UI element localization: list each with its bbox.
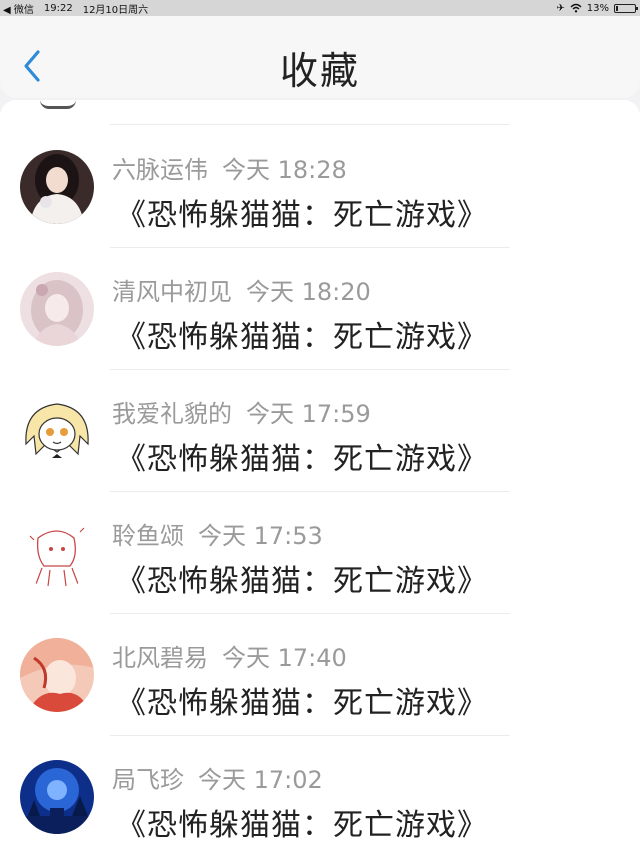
battery-icon [614,3,638,13]
username[interactable]: 清风中初见 [112,278,232,306]
item-meta: 清风中初见 今天 18:20 [112,272,371,307]
username[interactable]: 六脉运伟 [112,156,208,184]
username[interactable]: 北风碧易 [112,644,208,672]
timestamp: 今天 18:20 [246,278,371,306]
avatar[interactable] [20,272,94,346]
timestamp: 今天 18:28 [222,156,347,184]
avatar[interactable] [20,516,94,590]
nav-bar: 收藏 [0,16,640,98]
battery-percent: 13% [586,2,609,14]
timestamp: 今天 17:53 [198,522,323,550]
status-date: 12月10日周六 [82,4,149,16]
book-title[interactable]: 《恐怖躲猫猫：死亡游戏》 [116,678,488,722]
item-meta: 聆鱼颂 今天 17:53 [112,516,323,551]
timestamp: 今天 17:59 [246,400,371,428]
book-title[interactable]: 《恐怖躲猫猫：死亡游戏》 [116,800,488,844]
avatar[interactable] [20,760,94,834]
list-item[interactable]: 聆鱼颂 今天 17:53 《恐怖躲猫猫：死亡游戏》 [0,492,640,614]
airplane-icon: ✈ [556,2,565,14]
status-time: 19:22 [43,2,73,14]
book-title[interactable]: 《恐怖躲猫猫：死亡游戏》 [116,556,488,600]
timestamp: 今天 17:40 [222,644,347,672]
username[interactable]: 聆鱼颂 [112,522,184,550]
partially-visible-item [40,100,76,109]
divider [110,124,510,125]
back-to-app-link[interactable]: ◀ 微信 [3,1,34,16]
username[interactable]: 局飞珍 [112,766,184,794]
battery-fill [616,5,618,11]
item-meta: 我爱礼貌的 今天 17:59 [112,394,371,429]
item-meta: 北风碧易 今天 17:40 [112,638,347,673]
item-meta: 六脉运伟 今天 18:28 [112,150,347,185]
status-bar: ◀ 微信 19:22 12月10日周六 ✈ 13% [0,0,640,16]
avatar[interactable] [20,394,94,468]
status-left: ◀ 微信 19:22 12月10日周六 [0,1,158,16]
list-item[interactable]: 北风碧易 今天 17:40 《恐怖躲猫猫：死亡游戏》 [0,614,640,736]
list-item[interactable]: 我爱礼貌的 今天 17:59 《恐怖躲猫猫：死亡游戏》 [0,370,640,492]
wifi-icon [570,3,582,13]
book-title[interactable]: 《恐怖躲猫猫：死亡游戏》 [116,312,488,356]
book-title[interactable]: 《恐怖躲猫猫：死亡游戏》 [116,190,488,234]
timestamp: 今天 17:02 [198,766,323,794]
list-item[interactable]: 清风中初见 今天 18:20 《恐怖躲猫猫：死亡游戏》 [0,248,640,370]
list-item[interactable]: 六脉运伟 今天 18:28 《恐怖躲猫猫：死亡游戏》 [0,126,640,248]
item-meta: 局飞珍 今天 17:02 [112,760,323,795]
username[interactable]: 我爱礼貌的 [112,400,232,428]
favorites-list[interactable]: 六脉运伟 今天 18:28 《恐怖躲猫猫：死亡游戏》 清风中初见 今天 18:20 … [0,100,640,853]
avatar[interactable] [20,150,94,224]
list-item[interactable]: 局飞珍 今天 17:02 《恐怖躲猫猫：死亡游戏》 [0,736,640,853]
page-title: 收藏 [279,49,360,93]
avatar[interactable] [20,638,94,712]
book-title[interactable]: 《恐怖躲猫猫：死亡游戏》 [116,434,488,478]
status-right: ✈ 13% [556,3,640,14]
